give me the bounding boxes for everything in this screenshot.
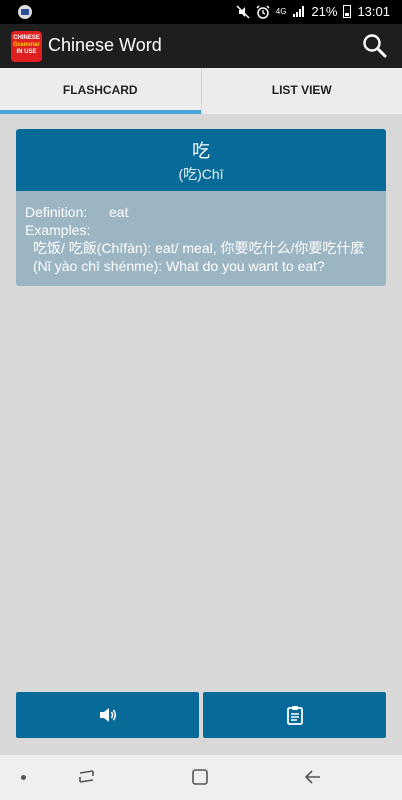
definition-label: Definition: (25, 204, 88, 220)
network-type: 4G (275, 7, 287, 16)
speaker-icon (99, 708, 116, 722)
definition-value: eat (109, 204, 129, 220)
app-bar: CHINESE Grammar IN USE Chinese Word (0, 24, 402, 68)
word-hanzi: 吃 (192, 141, 210, 161)
system-nav-bar (0, 755, 402, 800)
recents-icon[interactable] (77, 767, 97, 787)
clipboard-icon (286, 706, 303, 725)
status-icons: 4G 21% 13:01 (236, 4, 390, 19)
nav-dot-icon (21, 775, 26, 780)
back-icon[interactable] (303, 767, 323, 787)
app-notification-icon (18, 5, 32, 19)
tab-list-view[interactable]: LIST VIEW (200, 68, 402, 114)
app-logo: CHINESE Grammar IN USE (11, 31, 42, 62)
battery-icon (343, 5, 352, 18)
alarm-icon (256, 4, 270, 19)
clock: 13:01 (357, 4, 390, 19)
flashcard[interactable]: 吃 (吃)Chī Definition: eat Examples: 吃饭/ 吃… (16, 129, 386, 286)
mute-icon (236, 4, 250, 19)
signal-icon (293, 6, 305, 17)
flashcard-body: Definition: eat Examples: 吃饭/ 吃飯(Chīfàn)… (16, 191, 386, 286)
examples-label: Examples: (25, 222, 91, 238)
app-title: Chinese Word (48, 35, 162, 55)
word-pinyin: (吃)Chī (178, 166, 224, 182)
action-bar (16, 692, 386, 738)
definition-row: Definition: eat (25, 203, 377, 221)
search-icon[interactable] (362, 33, 388, 59)
status-bar: 4G 21% 13:01 (0, 0, 402, 24)
flashcard-header: 吃 (吃)Chī (16, 129, 386, 191)
home-icon[interactable] (190, 767, 210, 787)
tab-bar: FLASHCARD LIST VIEW (0, 68, 402, 114)
clipboard-button[interactable] (203, 692, 386, 738)
battery-percent: 21% (311, 4, 338, 19)
tab-flashcard[interactable]: FLASHCARD (0, 68, 201, 114)
speak-button[interactable] (16, 692, 199, 738)
examples-text: 吃饭/ 吃飯(Chīfàn): eat/ meal, 你要吃什么/你要吃什麼(N… (33, 240, 365, 274)
